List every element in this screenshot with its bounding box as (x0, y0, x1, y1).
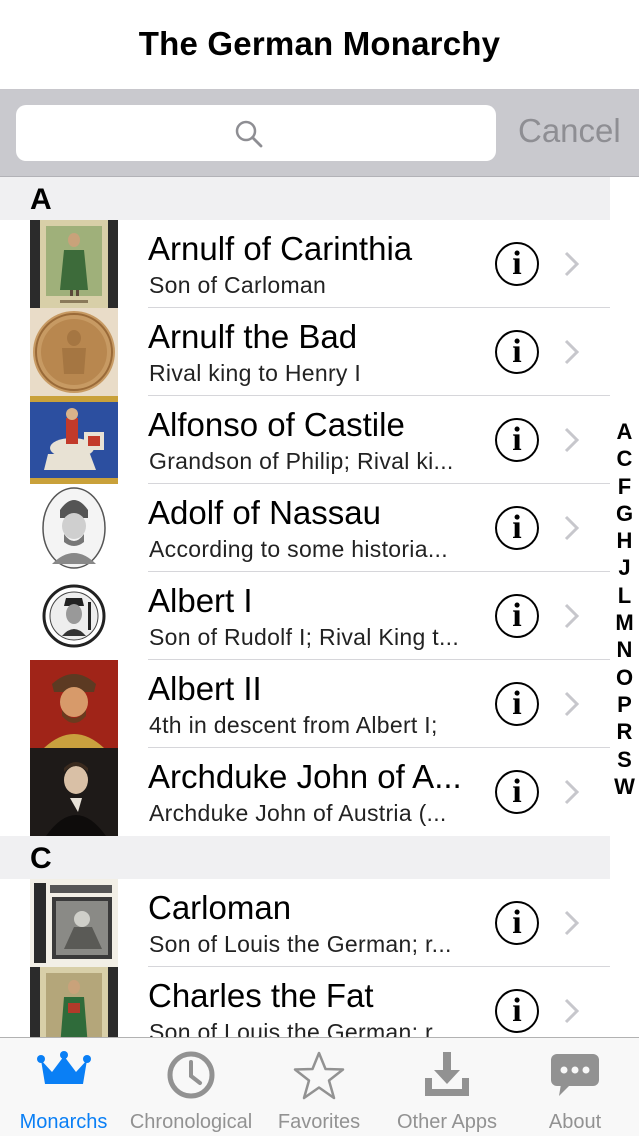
info-button[interactable]: i (495, 418, 539, 462)
monarch-name: Arnulf the Bad (148, 318, 358, 355)
info-button[interactable]: i (495, 506, 539, 550)
section-header-a: A (0, 177, 610, 220)
tab-other-apps[interactable]: Other Apps (383, 1038, 511, 1136)
chevron-right-icon[interactable] (562, 997, 582, 1025)
monarch-subtitle: Rival king to Henry I (149, 360, 362, 386)
monarch-thumbnail (30, 660, 118, 748)
index-letter-c[interactable]: C (610, 445, 639, 472)
chevron-right-icon[interactable] (562, 426, 582, 454)
search-bar: Cancel (0, 90, 639, 177)
info-button[interactable]: i (495, 901, 539, 945)
info-button[interactable]: i (495, 242, 539, 286)
monarch-name: Arnulf of Carinthia (148, 230, 413, 267)
tab-about[interactable]: About (511, 1038, 639, 1136)
monarch-subtitle: Son of Carloman (149, 272, 327, 298)
monarch-thumbnail (30, 967, 118, 1037)
info-button[interactable]: i (495, 682, 539, 726)
index-letter-p[interactable]: P (610, 691, 639, 718)
chevron-right-icon[interactable] (562, 250, 582, 278)
monarch-thumbnail (30, 879, 118, 967)
search-input[interactable] (16, 105, 496, 161)
index-letter-o[interactable]: O (610, 664, 639, 691)
monarch-name: Charles the Fat (148, 977, 374, 1014)
section-header-c: C (0, 836, 610, 879)
index-letter-n[interactable]: N (610, 636, 639, 663)
monarch-subtitle: 4th in descent from Albert I; (149, 712, 438, 738)
info-button[interactable]: i (495, 989, 539, 1033)
monarch-subtitle: Son of Rudolf I; Rival King t... (149, 624, 460, 650)
table-row[interactable]: Albert II 4th in descent from Albert I; … (0, 660, 610, 748)
monarch-list[interactable]: A Arnulf of Carinthia Son of Carloman i … (0, 177, 639, 1037)
table-row[interactable]: Adolf of Nassau According to some histor… (0, 484, 610, 572)
crown-icon (36, 1051, 91, 1084)
monarch-thumbnail (30, 396, 118, 484)
clock-icon (167, 1051, 215, 1099)
monarch-thumbnail (30, 308, 118, 396)
index-letter-a[interactable]: A (610, 418, 639, 445)
monarch-thumbnail (30, 748, 118, 836)
index-letter-j[interactable]: J (610, 554, 639, 581)
info-button[interactable]: i (495, 594, 539, 638)
monarch-thumbnail (30, 484, 118, 572)
monarch-name: Albert II (148, 670, 262, 707)
chevron-right-icon[interactable] (562, 602, 582, 630)
chat-bubble-icon (551, 1054, 599, 1096)
monarch-name: Adolf of Nassau (148, 494, 381, 531)
monarch-thumbnail (30, 220, 118, 308)
tab-label: About (548, 1111, 602, 1133)
monarch-subtitle: Son of Louis the German; r... (149, 931, 452, 957)
monarch-name: Albert I (148, 582, 253, 619)
monarch-subtitle: According to some historia... (149, 536, 448, 562)
star-icon (293, 1051, 345, 1100)
table-row[interactable]: Albert I Son of Rudolf I; Rival King t..… (0, 572, 610, 660)
tab-label: Favorites (277, 1111, 361, 1133)
download-icon (425, 1052, 469, 1096)
navigation-bar: The German Monarchy (0, 0, 639, 90)
monarch-subtitle: Archduke John of Austria (... (149, 800, 447, 826)
chevron-right-icon[interactable] (562, 778, 582, 806)
table-row[interactable]: Alfonso of Castile Grandson of Philip; R… (0, 396, 610, 484)
chevron-right-icon[interactable] (562, 514, 582, 542)
index-letter-f[interactable]: F (610, 473, 639, 500)
chevron-right-icon[interactable] (562, 338, 582, 366)
table-row[interactable]: Carloman Son of Louis the German; r... i (0, 879, 610, 967)
monarch-subtitle: Grandson of Philip; Rival ki... (149, 448, 454, 474)
index-letter-l[interactable]: L (610, 582, 639, 609)
tab-monarchs[interactable]: Monarchs (0, 1038, 127, 1136)
table-row[interactable]: Arnulf of Carinthia Son of Carloman i (0, 220, 610, 308)
tab-label: Monarchs (19, 1111, 108, 1133)
table-row[interactable]: Archduke John of A... Archduke John of A… (0, 748, 610, 836)
chevron-right-icon[interactable] (562, 909, 582, 937)
tab-label: Other Apps (396, 1111, 498, 1133)
page-title: The German Monarchy (138, 24, 501, 62)
monarch-subtitle: Son of Louis the German; r... (149, 1019, 452, 1037)
index-letter-s[interactable]: S (610, 746, 639, 773)
monarch-name: Carloman (148, 889, 292, 926)
monarch-name: Alfonso of Castile (148, 406, 405, 443)
index-letter-r[interactable]: R (610, 718, 639, 745)
info-button[interactable]: i (495, 770, 539, 814)
chevron-right-icon[interactable] (562, 690, 582, 718)
table-row[interactable]: Charles the Fat Son of Louis the German;… (0, 967, 610, 1037)
table-row[interactable]: Arnulf the Bad Rival king to Henry I i (0, 308, 610, 396)
index-letter-g[interactable]: G (610, 500, 639, 527)
info-button[interactable]: i (495, 330, 539, 374)
section-index[interactable]: A C F G H J L M N O P R S W (610, 418, 639, 800)
tab-favorites[interactable]: Favorites (255, 1038, 383, 1136)
tab-chronological[interactable]: Chronological (127, 1038, 255, 1136)
tab-label: Chronological (129, 1111, 253, 1133)
cancel-button[interactable]: Cancel (518, 112, 621, 150)
index-letter-h[interactable]: H (610, 527, 639, 554)
tab-bar: Monarchs Chronological Favorites Other A… (0, 1037, 639, 1136)
index-letter-w[interactable]: W (610, 773, 639, 800)
index-letter-m[interactable]: M (610, 609, 639, 636)
search-field[interactable] (16, 105, 496, 161)
monarch-name: Archduke John of A... (148, 758, 462, 795)
monarch-thumbnail (30, 572, 118, 660)
